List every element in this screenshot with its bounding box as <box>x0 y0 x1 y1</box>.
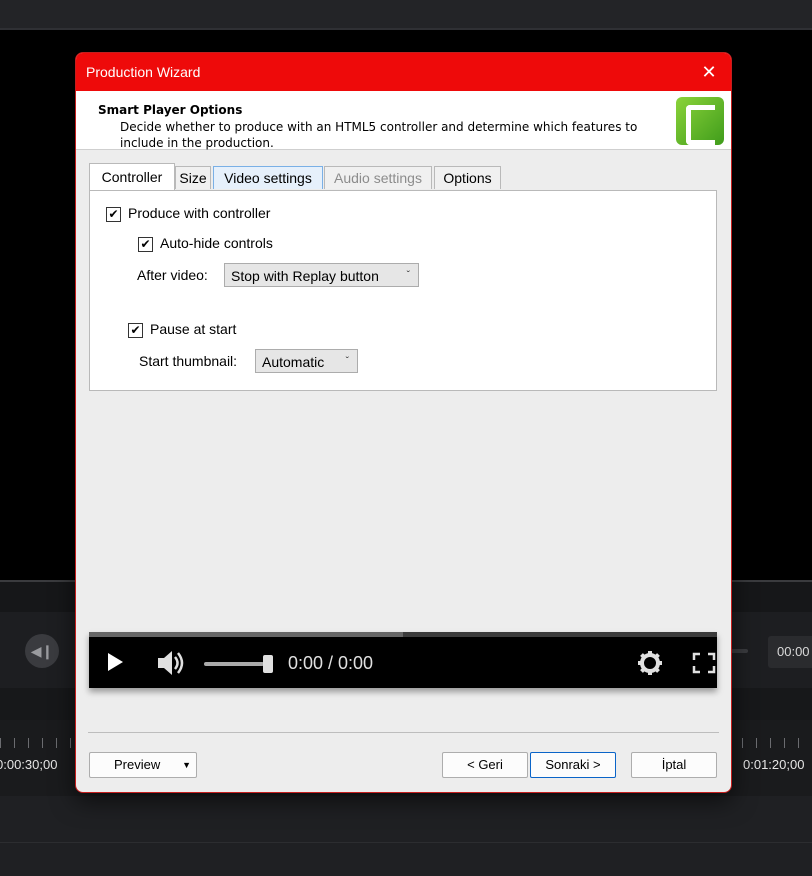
tab-options[interactable]: Options <box>434 166 501 189</box>
footer-divider <box>88 732 719 733</box>
close-icon[interactable]: ✕ <box>699 62 719 82</box>
start-thumbnail-value: Automatic <box>262 354 325 370</box>
dialog-titlebar: Production Wizard ✕ <box>76 53 731 91</box>
preview-button-label: Preview <box>114 757 161 772</box>
volume-slider[interactable] <box>204 662 264 666</box>
back-button[interactable]: < Geri <box>442 752 528 778</box>
playback-slider[interactable] <box>730 649 748 653</box>
tab-video-settings[interactable]: Video settings <box>213 166 323 189</box>
ruler-timestamp-left: 0:00:30;00 <box>0 757 58 772</box>
timeline-tracks <box>0 796 812 876</box>
start-thumbnail-label: Start thumbnail: <box>139 353 238 369</box>
dialog-title: Production Wizard <box>86 64 201 80</box>
after-video-select[interactable]: Stop with Replay button ˇ <box>224 263 419 287</box>
wizard-header: Smart Player Options Decide whether to p… <box>76 91 731 150</box>
chevron-down-icon: ˇ <box>345 356 349 367</box>
step-back-icon[interactable]: ◀❙ <box>25 634 59 668</box>
auto-hide-checkbox[interactable]: ✔ <box>138 237 153 252</box>
tab-audio-settings: Audio settings <box>324 166 432 189</box>
cancel-button[interactable]: İptal <box>631 752 717 778</box>
preview-player: 0:00 / 0:00 <box>89 632 717 688</box>
play-icon[interactable] <box>108 653 123 671</box>
tab-controller[interactable]: Controller <box>89 163 175 190</box>
time-display: 00:00 <box>768 636 812 668</box>
track-divider <box>0 842 812 843</box>
preview-button[interactable]: Preview ▼ <box>89 752 197 778</box>
produce-with-controller-checkbox[interactable]: ✔ <box>106 207 121 222</box>
volume-slider-thumb[interactable] <box>263 655 273 673</box>
player-time: 0:00 / 0:00 <box>288 653 374 673</box>
controller-panel: ✔ Produce with controller ✔ Auto-hide co… <box>89 190 717 391</box>
production-wizard-dialog: Production Wizard ✕ Smart Player Options… <box>75 52 732 793</box>
produce-with-controller-label: Produce with controller <box>128 205 271 221</box>
header-title: Smart Player Options <box>98 103 243 117</box>
app-top-strip <box>0 0 812 30</box>
header-description: Decide whether to produce with an HTML5 … <box>120 120 638 150</box>
fullscreen-icon[interactable] <box>692 652 716 674</box>
tab-size[interactable]: Size <box>175 166 211 189</box>
after-video-label: After video: <box>137 267 208 283</box>
player-progress-fill <box>89 632 403 637</box>
gear-icon[interactable] <box>637 650 663 676</box>
player-progress-track[interactable] <box>89 632 717 637</box>
chevron-down-icon: ˇ <box>406 270 410 281</box>
caret-down-icon: ▼ <box>182 760 191 770</box>
pause-at-start-label: Pause at start <box>150 321 237 337</box>
camtasia-logo-icon <box>676 97 724 145</box>
next-button[interactable]: Sonraki > <box>530 752 616 778</box>
start-thumbnail-select[interactable]: Automatic ˇ <box>255 349 358 373</box>
pause-at-start-checkbox[interactable]: ✔ <box>128 323 143 338</box>
auto-hide-label: Auto-hide controls <box>160 235 273 251</box>
after-video-value: Stop with Replay button <box>231 268 379 284</box>
ruler-timestamp-right: 0:01:20;00 <box>743 757 805 772</box>
volume-icon[interactable] <box>156 648 188 678</box>
